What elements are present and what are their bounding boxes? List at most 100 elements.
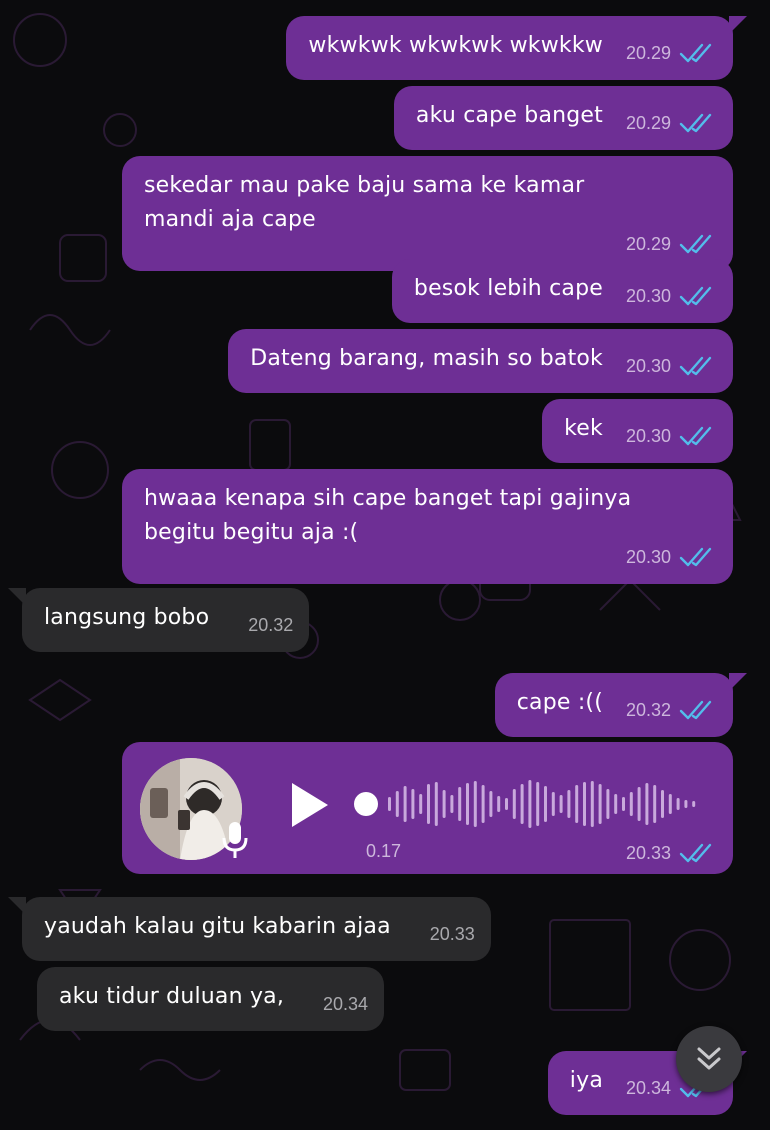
message-time: 20.30 (625, 426, 671, 446)
message-meta: 20.30 (626, 349, 715, 383)
waveform-bar (598, 784, 602, 824)
waveform-bar (489, 791, 493, 817)
message-text: aku cape banget (415, 103, 603, 128)
waveform-bar (497, 796, 501, 812)
scroll-to-bottom-button[interactable] (676, 1026, 742, 1092)
message-time: 20.29 (625, 113, 671, 133)
message-bubble-outgoing[interactable]: kek 20.30 (542, 399, 733, 463)
bubble-tail (8, 588, 26, 606)
message-text: yaudah kalau gitu kabarin ajaa (44, 914, 391, 939)
voice-duration: 0.17 (366, 841, 402, 861)
double-check-icon (679, 113, 712, 133)
message-bubble-incoming[interactable]: langsung bobo 20.32 (8, 588, 310, 652)
waveform-bar (520, 784, 524, 824)
message-meta: 20.30 (626, 279, 715, 313)
waveform-bar (505, 798, 508, 810)
waveform-bar (419, 794, 423, 814)
message-bubble-incoming[interactable]: yaudah kalau gitu kabarin ajaa 20.33 (8, 897, 491, 961)
message-bubble-outgoing[interactable]: besok lebih cape 20.30 (391, 259, 733, 323)
waveform-bar (614, 794, 618, 814)
message-bubble-outgoing[interactable]: Dateng barang, masih so batok 20.30 (228, 329, 733, 393)
message-text: kek (564, 416, 603, 441)
message-time: 20.29 (625, 234, 671, 254)
bubble-tail (729, 673, 747, 691)
message-text: cape :(( (516, 690, 603, 715)
message-meta: 20.29 (626, 36, 715, 70)
message-time: 20.29 (625, 43, 671, 63)
microphone-icon (222, 822, 248, 858)
waveform-bar (684, 800, 688, 808)
waveform-bar (512, 789, 516, 819)
double-check-icon (679, 843, 712, 863)
message-text: aku tidur duluan ya, (59, 984, 285, 1009)
message-time: 20.34 (625, 1078, 671, 1098)
double-check-icon (679, 286, 712, 306)
message-time: 20.32 (625, 700, 671, 720)
message-meta: 20.34 (323, 987, 368, 1021)
message-meta: 20.29 (626, 106, 715, 140)
double-check-icon (679, 356, 712, 376)
waveform-bar (567, 790, 571, 818)
message-bubble-outgoing[interactable]: hwaaa kenapa sih cape banget tapi gajiny… (122, 469, 733, 584)
message-bubble-incoming[interactable]: aku tidur duluan ya, 20.34 (37, 967, 385, 1031)
waveform-bar (692, 801, 696, 807)
waveform-bar (473, 781, 477, 827)
waveform-bar (676, 798, 680, 810)
message-text: iya (569, 1068, 603, 1093)
message-text: langsung bobo (44, 605, 210, 630)
bubble-tail (8, 897, 26, 915)
double-check-icon (679, 43, 712, 63)
waveform-bar (411, 789, 415, 819)
message-time: 20.34 (323, 994, 369, 1014)
waveform-bar (544, 786, 547, 822)
waveform-progress-handle[interactable] (354, 792, 378, 816)
waveform-bar (590, 781, 594, 827)
waveform-bar (606, 789, 610, 819)
message-text: hwaaa kenapa sih cape banget tapi gajiny… (144, 486, 632, 545)
waveform-bar (528, 780, 532, 828)
waveform[interactable] (352, 772, 702, 836)
waveform-bar (388, 797, 391, 811)
waveform-bar (661, 790, 664, 818)
message-time: 20.32 (248, 615, 294, 635)
message-meta: 20.29 (626, 227, 715, 261)
waveform-bar (622, 797, 625, 811)
message-meta: 20.32 (248, 608, 293, 642)
waveform-bar (395, 791, 399, 817)
double-check-icon (679, 234, 712, 254)
waveform-bar (583, 782, 586, 826)
waveform-bar (466, 783, 469, 825)
waveform-bar (481, 785, 485, 823)
waveform-bar (551, 792, 555, 816)
waveform-bar (629, 792, 633, 816)
waveform-bar (559, 795, 563, 813)
voice-note-bubble[interactable]: 0.17 20.33 (122, 742, 733, 874)
message-time: 20.30 (625, 547, 671, 567)
message-meta: 20.33 (430, 917, 475, 951)
play-icon[interactable] (288, 780, 332, 830)
message-bubble-outgoing[interactable]: aku cape banget 20.29 (393, 86, 733, 150)
message-meta: 20.32 (626, 693, 715, 727)
message-bubble-outgoing[interactable]: wkwkwk wkwkwk wkwkkw 20.29 (286, 16, 747, 80)
double-check-icon (679, 547, 712, 567)
message-bubble-outgoing[interactable]: sekedar mau pake baju sama ke kamar mand… (122, 156, 733, 271)
message-time: 20.30 (625, 286, 671, 306)
waveform-bar (536, 782, 540, 826)
double-chevron-down-icon (697, 1047, 721, 1070)
double-check-icon (679, 700, 712, 720)
waveform-bar (403, 786, 407, 822)
message-meta: 20.33 (626, 842, 715, 864)
message-bubble-outgoing[interactable]: cape :(( 20.32 (494, 673, 747, 737)
message-meta: 20.30 (626, 419, 715, 453)
waveform-bar (575, 785, 579, 823)
message-meta: 20.30 (626, 540, 715, 574)
waveform-bar (653, 785, 657, 823)
waveform-bar (645, 783, 649, 825)
message-text: besok lebih cape (413, 276, 603, 301)
waveform-bar (458, 787, 462, 821)
message-time: 20.33 (625, 842, 671, 863)
message-text: wkwkwk wkwkwk wkwkkw (308, 33, 603, 58)
waveform-bar (434, 782, 438, 826)
waveform-bar (637, 787, 641, 821)
message-time: 20.30 (625, 356, 671, 376)
